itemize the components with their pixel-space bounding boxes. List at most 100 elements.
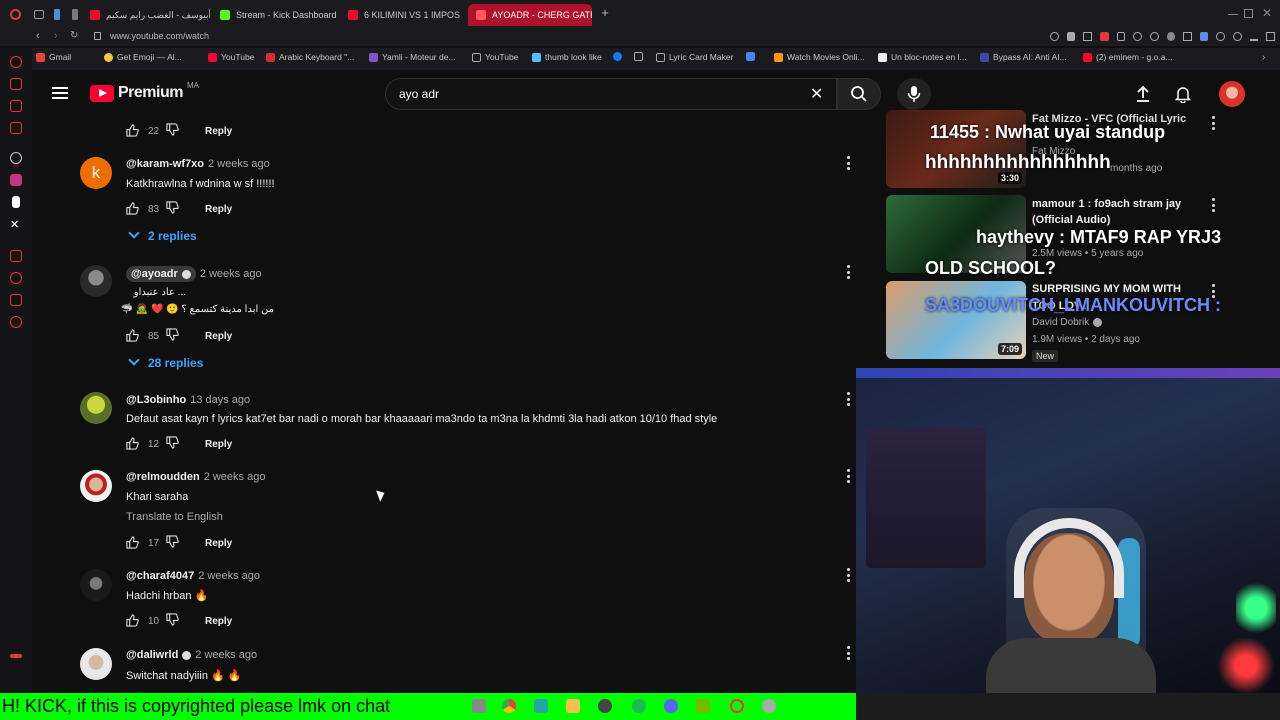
taskbar-app-icon[interactable]	[534, 699, 548, 713]
back-button[interactable]: ‹	[36, 30, 40, 42]
extension-icon[interactable]	[1133, 32, 1142, 41]
translate-link[interactable]: Translate to English	[126, 511, 223, 523]
sidebar-app-icon[interactable]	[10, 316, 22, 328]
extension-icon[interactable]	[1066, 32, 1076, 41]
comment-author[interactable]: @daliwrld 2 weeks ago	[126, 649, 257, 661]
voice-search-button[interactable]	[897, 78, 931, 110]
dislike-button[interactable]	[166, 201, 179, 217]
youtube-logo[interactable]: Premium MA	[90, 81, 199, 102]
clear-search-icon[interactable]: ✕	[810, 84, 823, 104]
like-button[interactable]	[126, 329, 140, 343]
x-icon[interactable]: ✕	[10, 218, 22, 231]
dislike-button[interactable]	[166, 613, 179, 629]
extension-icon[interactable]	[1183, 32, 1192, 41]
notifications-button[interactable]	[1174, 85, 1192, 108]
comment-author[interactable]: @relmoudden 2 weeks ago	[126, 471, 265, 483]
author-handle[interactable]: @ayoadr	[131, 268, 178, 280]
opera-icon[interactable]	[730, 699, 744, 713]
like-button[interactable]	[126, 536, 140, 550]
bookmark-thumb-look-like[interactable]: thumb look like	[532, 52, 602, 62]
author-handle[interactable]: @karam-wf7xo	[126, 158, 204, 170]
comment-menu-icon[interactable]	[847, 646, 851, 660]
sidebar-app-icon[interactable]	[10, 100, 22, 112]
reload-button[interactable]: ↻	[70, 30, 78, 41]
extension-icon[interactable]	[1083, 32, 1092, 41]
tab-kilimini[interactable]: 6 KILIMINI VS 1 IMPOSTE	[348, 4, 460, 26]
search-input[interactable]: ayo adr	[399, 87, 439, 101]
reply-button[interactable]: Reply	[205, 538, 232, 549]
reply-button[interactable]: Reply	[205, 616, 232, 627]
bookmark-lyric-card-maker[interactable]: Lyric Card Maker	[656, 52, 733, 62]
avatar[interactable]	[80, 569, 112, 601]
tab-abyousef[interactable]: أبيوسف - الغضب رايم سكيم	[90, 4, 210, 26]
author-handle[interactable]: @charaf4047	[126, 570, 194, 582]
dislike-button[interactable]	[166, 328, 179, 344]
taskbar-app-icon[interactable]	[472, 699, 486, 713]
extension-icon[interactable]	[1216, 32, 1226, 41]
tab-ayoadr[interactable]: AYOADR - CHERG GATES	[468, 4, 592, 26]
tab-kick-dashboard[interactable]: Stream - Kick Dashboard	[220, 4, 340, 26]
like-button[interactable]	[126, 614, 140, 628]
menu-icon[interactable]	[1266, 32, 1275, 41]
pinned-tab-icon[interactable]	[72, 9, 78, 20]
forward-button[interactable]: ›	[54, 30, 58, 42]
avatar[interactable]	[80, 392, 112, 424]
sidebar-app-icon[interactable]	[10, 78, 22, 90]
bookmark-bloc-notes[interactable]: Un bloc-notes en l...	[878, 52, 967, 62]
taskbar-app-icon[interactable]	[762, 699, 776, 713]
video-title[interactable]: SURPRISING MY MOM WITH	[1032, 283, 1181, 295]
bookmark-blank[interactable]	[634, 52, 643, 61]
like-button[interactable]	[126, 202, 140, 216]
channel-name[interactable]: David Dobrik	[1032, 317, 1089, 328]
video-title[interactable]: mamour 1 : fo9ach stram jay	[1032, 198, 1181, 210]
author-handle[interactable]: @L3obinho	[126, 394, 186, 406]
bookmark-yamli[interactable]: Yamli - Moteur de...	[369, 52, 456, 62]
dislike-button[interactable]	[166, 535, 179, 551]
instagram-icon[interactable]	[10, 174, 22, 186]
avatar[interactable]	[80, 265, 112, 297]
comment-time[interactable]: 13 days ago	[190, 394, 250, 406]
video-channel[interactable]: David Dobrik	[1032, 317, 1103, 328]
pinned-tab-icon[interactable]	[54, 9, 60, 20]
bookmark-get-emoji[interactable]: Get Emoji — Al...	[104, 52, 182, 62]
comment-time[interactable]: 2 weeks ago	[204, 471, 266, 483]
bookmark-facebook[interactable]	[613, 52, 622, 61]
avatar[interactable]	[80, 470, 112, 502]
folder-icon[interactable]	[566, 699, 580, 713]
maximize-button[interactable]	[1244, 9, 1253, 18]
bookmark-docs[interactable]	[746, 52, 755, 61]
search-box[interactable]: ayo adr ✕	[385, 78, 837, 110]
author-handle[interactable]: @daliwrld	[126, 649, 178, 661]
sidebar-app-icon[interactable]	[10, 250, 22, 262]
extension-icon[interactable]	[1099, 32, 1109, 41]
heart-icon[interactable]	[1149, 32, 1159, 41]
sidebar-app-icon[interactable]	[10, 272, 22, 284]
comment-time[interactable]: 2 weeks ago	[208, 158, 270, 170]
hamburger-menu-icon[interactable]	[52, 87, 68, 99]
reply-button[interactable]: Reply	[205, 126, 232, 137]
extension-icon[interactable]	[1199, 32, 1209, 41]
minimize-button[interactable]	[1228, 14, 1238, 15]
extension-icon[interactable]	[1166, 32, 1176, 41]
zoom-icon[interactable]	[1050, 32, 1059, 41]
sidebar-app-icon[interactable]	[10, 122, 22, 134]
reply-button[interactable]: Reply	[205, 331, 232, 342]
profile-icon[interactable]	[1233, 32, 1242, 41]
reply-button[interactable]: Reply	[205, 204, 232, 215]
bookmark-watch-movies[interactable]: Watch Movies Onli...	[774, 52, 865, 62]
comment-menu-icon[interactable]	[847, 568, 851, 582]
author-handle-chip[interactable]: @ayoadr	[126, 266, 196, 282]
bookmark-arabic-keyboard[interactable]: Arabic Keyboard "...	[266, 52, 354, 62]
author-handle[interactable]: @relmoudden	[126, 471, 200, 483]
avatar[interactable]	[80, 648, 112, 680]
like-button[interactable]	[126, 124, 140, 138]
tab-groups-icon[interactable]	[34, 10, 44, 19]
bookmark-eminem[interactable]: (2) eminem - g.o.a...	[1083, 52, 1173, 62]
bookmarks-overflow-icon[interactable]: ›	[1262, 52, 1265, 63]
comment-menu-icon[interactable]	[847, 265, 851, 279]
dislike-button[interactable]	[166, 436, 179, 452]
avatar[interactable]: k	[80, 157, 112, 189]
obs-icon[interactable]	[598, 699, 612, 713]
view-replies-button[interactable]: 28 replies	[128, 354, 203, 370]
comment-menu-icon[interactable]	[847, 156, 851, 170]
